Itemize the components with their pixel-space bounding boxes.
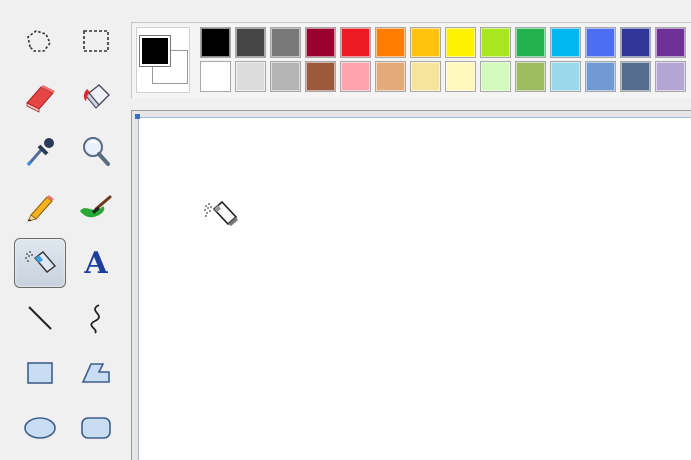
- palette-swatch[interactable]: [200, 61, 231, 92]
- palette-swatch[interactable]: [410, 27, 441, 58]
- magnifier-tool[interactable]: [70, 126, 122, 176]
- free-form-select-icon: [27, 30, 51, 52]
- fill-tool[interactable]: [70, 71, 122, 121]
- rect-select-tool[interactable]: [70, 16, 122, 66]
- palette-swatch[interactable]: [480, 61, 511, 92]
- rect-select-icon: [83, 30, 109, 52]
- palette-swatch[interactable]: [270, 27, 301, 58]
- palette-swatch[interactable]: [305, 61, 336, 92]
- line-tool[interactable]: [14, 293, 66, 343]
- palette-swatch[interactable]: [340, 61, 371, 92]
- ellipse-icon: [24, 417, 56, 439]
- canvas-resize-handle[interactable]: [135, 114, 140, 119]
- palette-swatch[interactable]: [340, 27, 371, 58]
- palette-swatch[interactable]: [550, 61, 581, 92]
- paint-window: A: [0, 0, 691, 460]
- paint-bucket-icon: [83, 84, 110, 109]
- ellipse-tool[interactable]: [14, 403, 66, 453]
- palette-swatch[interactable]: [375, 61, 406, 92]
- brush-icon: [80, 195, 112, 218]
- palette-swatch[interactable]: [200, 27, 231, 58]
- drawing-canvas[interactable]: [138, 117, 691, 460]
- rounded-rectangle-icon: [81, 417, 111, 439]
- palette-swatch[interactable]: [655, 61, 686, 92]
- curve-tool[interactable]: [70, 293, 122, 343]
- toolbox: A: [8, 10, 123, 460]
- text-tool[interactable]: A: [70, 238, 122, 288]
- rectangle-icon: [27, 362, 53, 384]
- airbrush-tool[interactable]: [14, 238, 66, 288]
- line-icon: [28, 306, 52, 330]
- palette-swatch[interactable]: [585, 61, 616, 92]
- palette-swatch[interactable]: [515, 27, 546, 58]
- palette-swatch[interactable]: [585, 27, 616, 58]
- brush-tool[interactable]: [70, 181, 122, 231]
- palette-swatch[interactable]: [655, 27, 686, 58]
- palette-swatch[interactable]: [305, 27, 336, 58]
- curve-icon: [90, 304, 100, 334]
- palette-swatch[interactable]: [550, 27, 581, 58]
- palette-swatch[interactable]: [480, 27, 511, 58]
- text-icon: A: [84, 245, 108, 281]
- pencil-tool[interactable]: [14, 181, 66, 231]
- eraser-tool[interactable]: [14, 71, 66, 121]
- airbrush-cursor-icon: [200, 195, 245, 230]
- palette-swatch[interactable]: [445, 61, 476, 92]
- palette-swatch[interactable]: [235, 61, 266, 92]
- palette-swatch[interactable]: [620, 61, 651, 92]
- palette-swatch[interactable]: [270, 61, 301, 92]
- palette-swatch[interactable]: [445, 27, 476, 58]
- palette-swatch[interactable]: [410, 61, 441, 92]
- polygon-tool[interactable]: [70, 348, 122, 398]
- palette-swatch[interactable]: [620, 27, 651, 58]
- eyedropper-icon: [26, 138, 54, 166]
- magnifier-icon: [83, 137, 110, 166]
- rectangle-tool[interactable]: [14, 348, 66, 398]
- airbrush-icon: [25, 251, 57, 273]
- rounded-rectangle-tool[interactable]: [70, 403, 122, 453]
- foreground-color-swatch[interactable]: [139, 35, 171, 67]
- palette-swatch[interactable]: [235, 27, 266, 58]
- palette-swatch[interactable]: [375, 27, 406, 58]
- eraser-icon: [26, 85, 55, 113]
- free-form-select-tool[interactable]: [14, 16, 66, 66]
- pencil-icon: [27, 195, 54, 222]
- color-picker-tool[interactable]: [14, 126, 66, 176]
- palette-swatch[interactable]: [515, 61, 546, 92]
- polygon-icon: [81, 363, 110, 383]
